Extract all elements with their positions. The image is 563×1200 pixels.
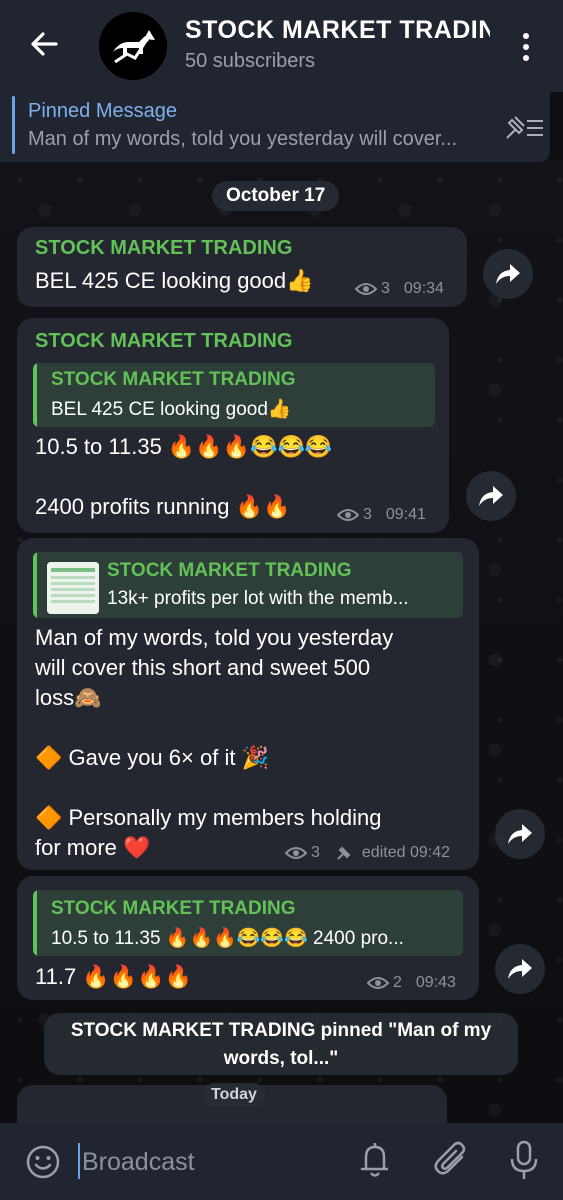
share-arrow-icon [508, 959, 532, 979]
share-arrow-icon [479, 486, 503, 506]
message-bubble[interactable]: STOCK MARKET TRADING BEL 425 CE looking … [17, 227, 467, 307]
share-button[interactable] [495, 809, 545, 859]
pinned-indicator [12, 96, 15, 154]
broadcast-input[interactable] [80, 1141, 334, 1183]
message-text: 11.7 🔥🔥🔥🔥 [35, 964, 192, 989]
emoji-icon[interactable] [25, 1144, 61, 1180]
channel-title[interactable]: STOCK MARKET TRADING [185, 16, 490, 45]
share-arrow-icon [508, 824, 532, 844]
reply-text: BEL 425 CE looking good👍 [51, 399, 292, 420]
chat-header: STOCK MARKET TRADING 50 subscribers [0, 0, 563, 92]
views-eye-icon [367, 977, 389, 989]
bull-chart-logo-icon [99, 12, 167, 80]
reply-quote[interactable]: STOCK MARKET TRADING 10.5 to 11.35 🔥🔥🔥😂😂… [33, 890, 463, 956]
reply-quote[interactable]: STOCK MARKET TRADING BEL 425 CE looking … [33, 363, 435, 427]
message-time: 09:43 [415, 974, 456, 991]
pinned-preview: Man of my words, told you yesterday will… [28, 128, 458, 150]
reply-text: 13k+ profits per lot with the memb... [107, 588, 409, 609]
message-bubble[interactable]: STOCK MARKET TRADING STOCK MARKET TRADIN… [17, 318, 449, 533]
share-button[interactable] [495, 944, 545, 994]
message-meta: 3 09:34 [355, 280, 444, 298]
reply-indicator [33, 552, 37, 618]
date-divider-today: Today [203, 1083, 265, 1107]
share-button[interactable] [483, 249, 533, 299]
reply-sender: STOCK MARKET TRADING [51, 898, 296, 919]
message-sender: STOCK MARKET TRADING [35, 330, 293, 352]
message-meta: 3 edited 09:42 [285, 844, 450, 862]
message-meta: 2 09:43 [367, 974, 456, 992]
view-count: 3 [381, 280, 390, 297]
share-arrow-icon [496, 264, 520, 284]
views-eye-icon [337, 509, 359, 521]
message-bubble[interactable]: STOCK MARKET TRADING 13k+ profits per lo… [17, 538, 479, 870]
message-sender: STOCK MARKET TRADING [35, 237, 293, 259]
view-count: 3 [311, 844, 320, 861]
view-count: 3 [363, 506, 372, 523]
reply-sender: STOCK MARKET TRADING [51, 369, 296, 390]
view-count: 2 [393, 974, 402, 991]
message-bubble[interactable]: STOCK MARKET TRADING 10.5 to 11.35 🔥🔥🔥😂😂… [17, 876, 479, 1000]
attach-paperclip-icon[interactable] [432, 1139, 470, 1181]
service-message-text: STOCK MARKET TRADING pinned "Man of my w… [70, 1020, 492, 1069]
reply-sender: STOCK MARKET TRADING [107, 560, 352, 581]
message-time: edited 09:42 [361, 844, 450, 861]
message-text: BEL 425 CE looking good👍 [35, 268, 314, 293]
reply-quote[interactable]: STOCK MARKET TRADING 13k+ profits per lo… [33, 552, 463, 618]
message-text: 10.5 to 11.35 🔥🔥🔥😂😂😂 2400 profits runnin… [35, 434, 333, 519]
share-button[interactable] [466, 471, 516, 521]
bell-icon[interactable] [358, 1141, 392, 1179]
message-text: Man of my words, told you yesterday will… [35, 625, 394, 860]
date-divider: October 17 [212, 181, 340, 211]
compose-bar [0, 1123, 563, 1200]
back-arrow-icon[interactable] [26, 26, 62, 62]
subscriber-count: 50 subscribers [185, 50, 316, 72]
message-time: 09:34 [403, 280, 444, 297]
pinned-label: Pinned Message [28, 100, 177, 122]
microphone-icon[interactable] [508, 1139, 540, 1181]
pinned-message-bar[interactable]: Pinned Message Man of my words, told you… [0, 92, 550, 162]
reply-text: 10.5 to 11.35 🔥🔥🔥😂😂😂 2400 pro... [51, 928, 404, 949]
pin-list-icon[interactable] [503, 114, 545, 142]
reply-indicator [33, 363, 37, 427]
views-eye-icon [355, 283, 377, 295]
pinned-pin-icon [337, 846, 351, 860]
message-meta: 3 09:41 [337, 506, 426, 524]
channel-avatar[interactable] [99, 12, 167, 80]
more-options-icon[interactable] [516, 30, 536, 64]
pinned-service-message: STOCK MARKET TRADING pinned "Man of my w… [44, 1013, 518, 1075]
message-time: 09:41 [385, 506, 426, 523]
reply-indicator [33, 890, 37, 956]
reply-thumbnail-image [47, 562, 99, 614]
views-eye-icon [285, 847, 307, 859]
